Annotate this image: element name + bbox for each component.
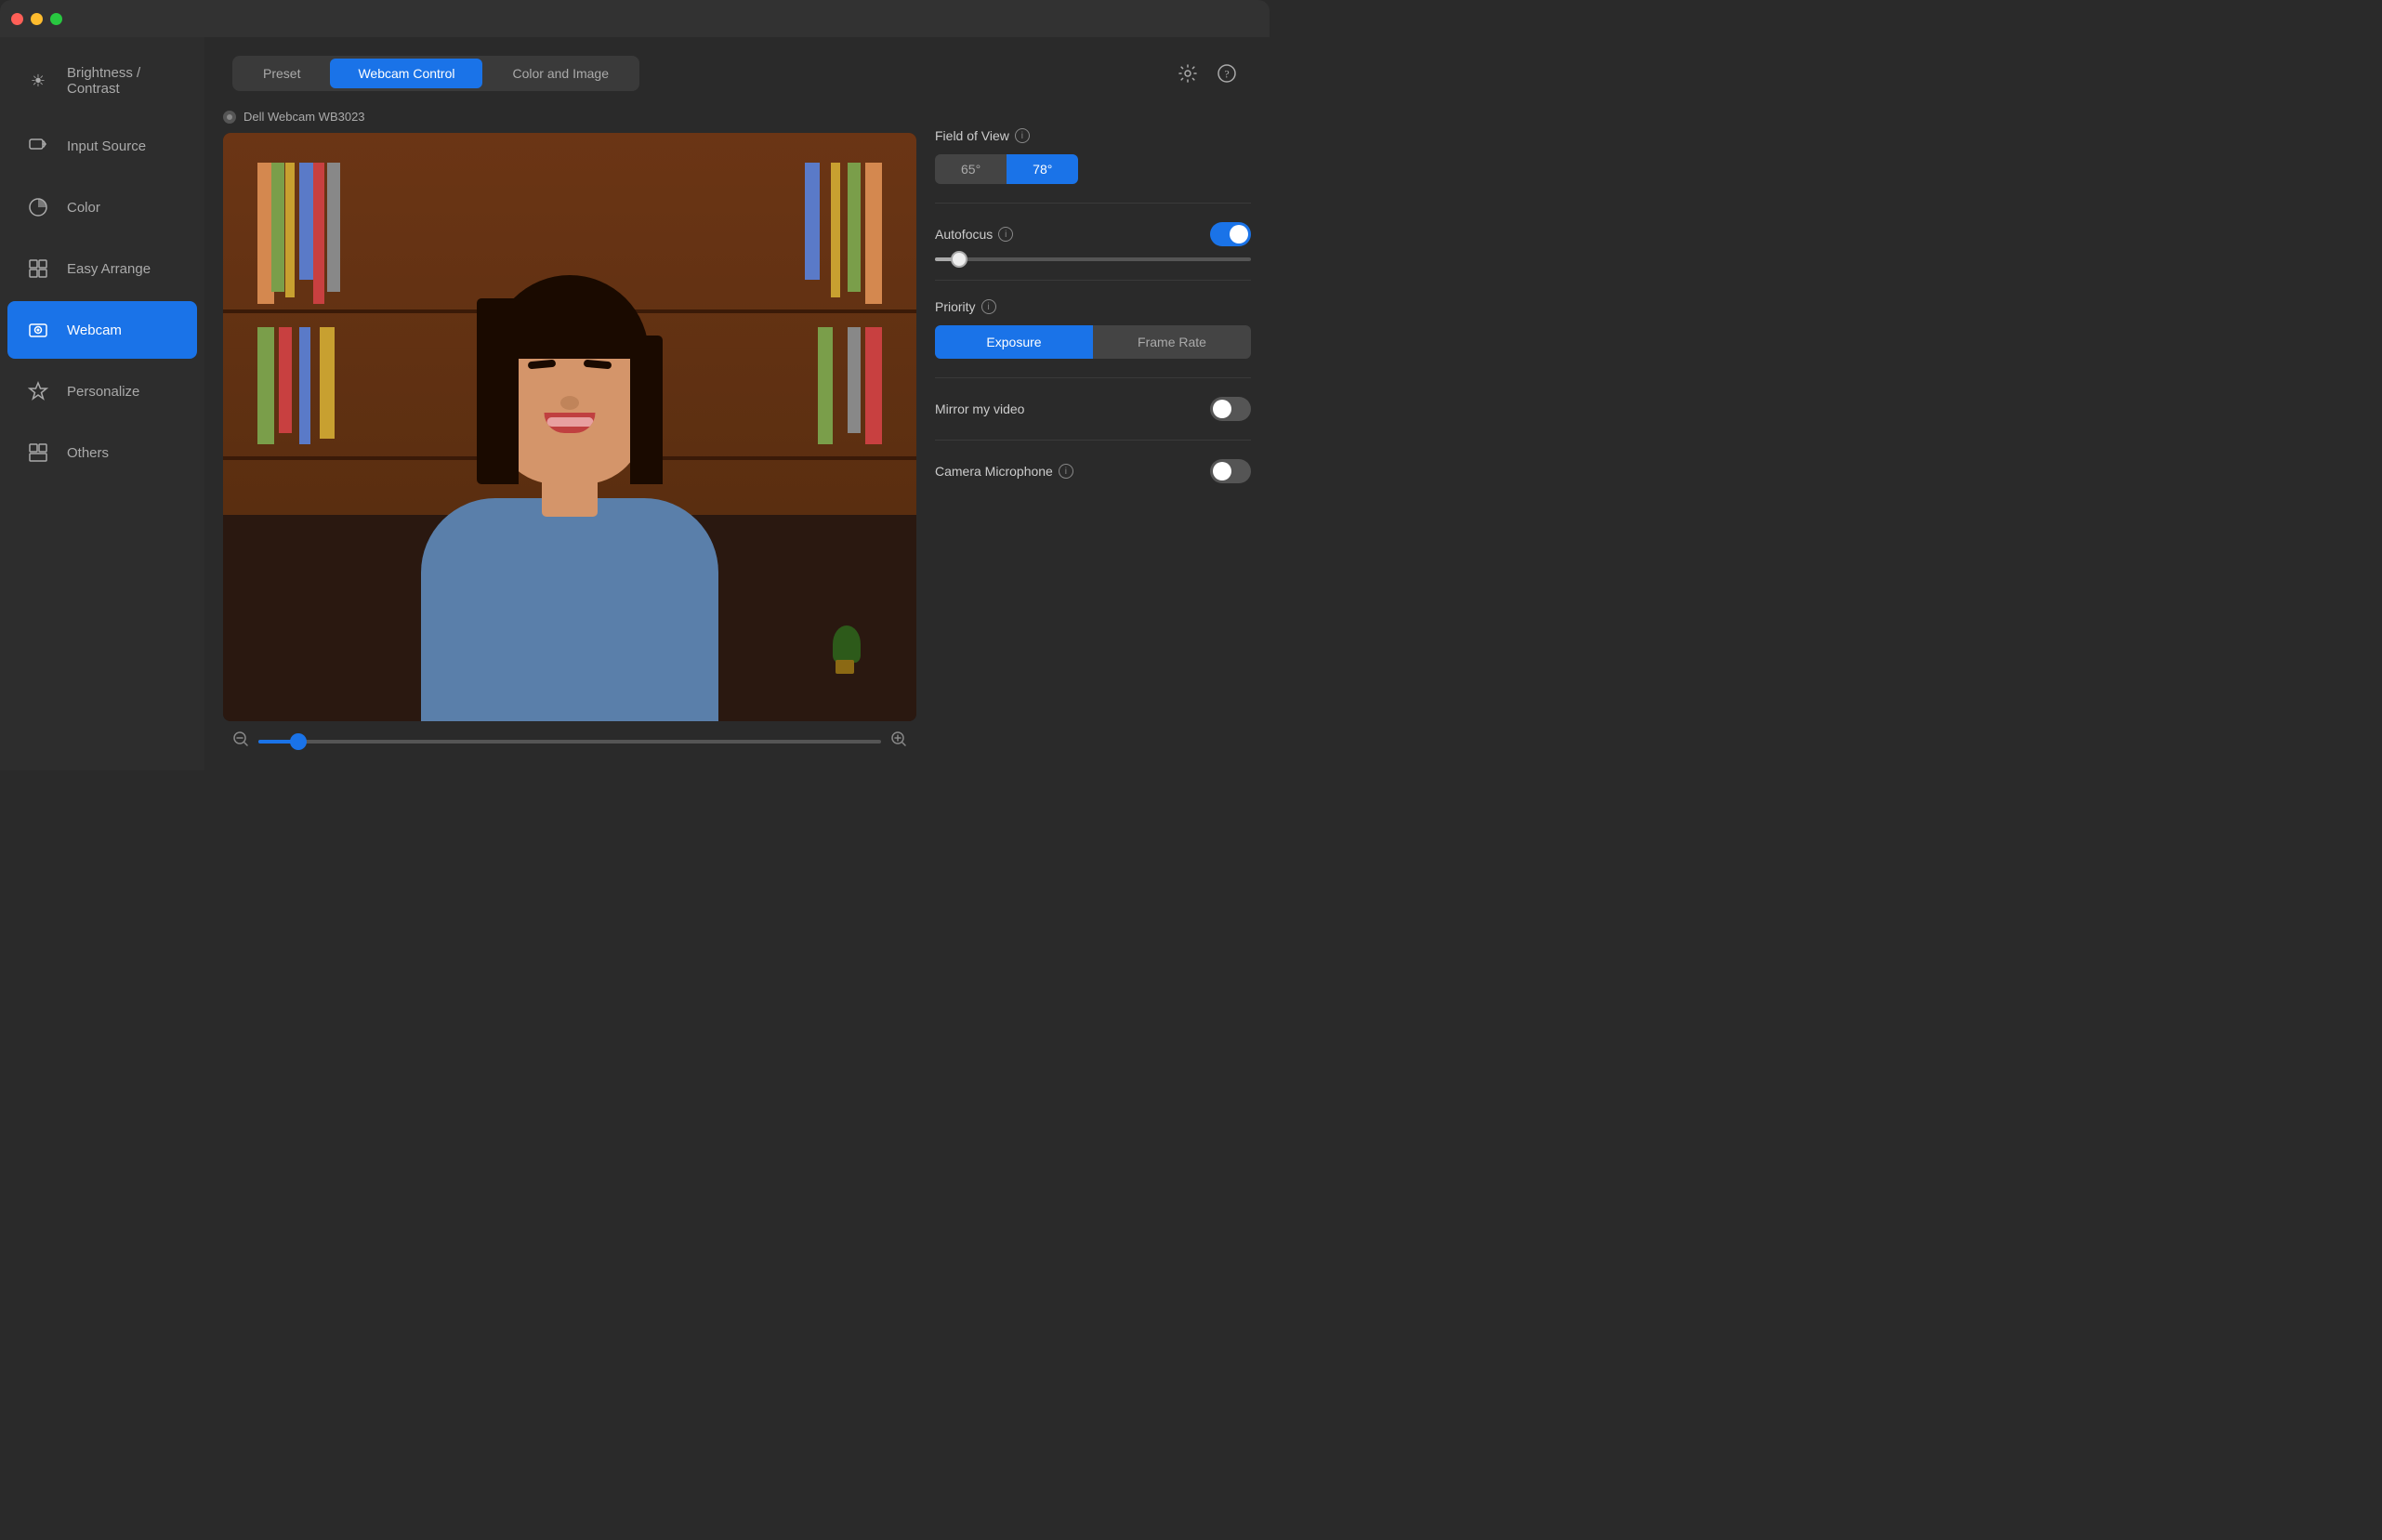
svg-text:?: ?: [1224, 68, 1229, 81]
sidebar-item-easy-arrange[interactable]: Easy Arrange: [7, 240, 197, 297]
video-feed: [223, 133, 916, 721]
priority-buttons: Exposure Frame Rate: [935, 325, 1251, 359]
sidebar-item-webcam[interactable]: Webcam: [7, 301, 197, 359]
priority-exposure-button[interactable]: Exposure: [935, 325, 1093, 359]
video-panel: Dell Webcam WB3023: [223, 110, 916, 752]
autofocus-toggle-thumb: [1230, 225, 1248, 244]
traffic-lights: [11, 13, 62, 25]
zoom-out-icon[interactable]: [232, 731, 249, 752]
sidebar-item-color[interactable]: Color: [7, 178, 197, 236]
others-icon: [26, 441, 50, 465]
focus-slider[interactable]: [935, 257, 1251, 261]
camera-name: Dell Webcam WB3023: [243, 110, 365, 124]
help-button[interactable]: ?: [1212, 59, 1242, 88]
autofocus-info-icon[interactable]: i: [998, 227, 1013, 242]
camera-label: Dell Webcam WB3023: [223, 110, 916, 124]
autofocus-toggle[interactable]: [1210, 222, 1251, 246]
autofocus-group: Autofocus i: [935, 222, 1251, 261]
sidebar-item-brightness-label: Brightness / Contrast: [67, 65, 178, 97]
tab-webcam-control[interactable]: Webcam Control: [330, 59, 482, 88]
content-area: Preset Webcam Control Color and Image ?: [204, 37, 1270, 770]
zoom-slider[interactable]: [258, 740, 881, 744]
mirror-video-label: Mirror my video: [935, 401, 1024, 416]
maximize-button[interactable]: [50, 13, 62, 25]
priority-info-icon[interactable]: i: [981, 299, 996, 314]
sidebar-item-input-source[interactable]: Input Source: [7, 117, 197, 175]
easy-arrange-icon: [26, 257, 50, 281]
priority-group: Priority i Exposure Frame Rate: [935, 299, 1251, 359]
mirror-video-toggle[interactable]: [1210, 397, 1251, 421]
camera-microphone-toggle[interactable]: [1210, 459, 1251, 483]
content-body: Dell Webcam WB3023: [204, 110, 1270, 770]
priority-label: Priority i: [935, 299, 1251, 314]
divider-1: [935, 203, 1251, 204]
brightness-icon: ☀: [26, 69, 50, 93]
sidebar-item-easy-arrange-label: Easy Arrange: [67, 261, 151, 277]
color-icon: [26, 195, 50, 219]
camera-microphone-info-icon[interactable]: i: [1059, 464, 1073, 479]
focus-thumb[interactable]: [951, 251, 967, 268]
personalize-icon: [26, 379, 50, 403]
mirror-video-toggle-thumb: [1213, 400, 1231, 418]
divider-4: [935, 440, 1251, 441]
mirror-video-row: Mirror my video: [935, 397, 1251, 421]
tabs-container: Preset Webcam Control Color and Image: [232, 56, 639, 91]
divider-3: [935, 377, 1251, 378]
topbar-actions: ?: [1173, 59, 1242, 88]
autofocus-row: Autofocus i: [935, 222, 1251, 246]
sidebar-item-personalize-label: Personalize: [67, 384, 139, 400]
sidebar-item-others[interactable]: Others: [7, 424, 197, 481]
priority-framerate-button[interactable]: Frame Rate: [1093, 325, 1251, 359]
sidebar-item-webcam-label: Webcam: [67, 322, 122, 338]
close-button[interactable]: [11, 13, 23, 25]
camera-microphone-label: Camera Microphone i: [935, 464, 1073, 479]
settings-button[interactable]: [1173, 59, 1203, 88]
input-source-icon: [26, 134, 50, 158]
divider-2: [935, 280, 1251, 281]
main-layout: ☀ Brightness / Contrast Input Source Col…: [0, 37, 1270, 770]
sidebar-item-color-label: Color: [67, 200, 100, 216]
controls-panel: Field of View i 65° 78° Autofocus i: [935, 110, 1251, 752]
sidebar-item-brightness-contrast[interactable]: ☀ Brightness / Contrast: [7, 48, 197, 113]
tab-color-image[interactable]: Color and Image: [484, 59, 637, 88]
fov-buttons: 65° 78°: [935, 154, 1251, 184]
field-of-view-group: Field of View i 65° 78°: [935, 128, 1251, 184]
camera-microphone-toggle-thumb: [1213, 462, 1231, 480]
sidebar: ☀ Brightness / Contrast Input Source Col…: [0, 37, 204, 770]
field-of-view-label: Field of View i: [935, 128, 1251, 143]
minimize-button[interactable]: [31, 13, 43, 25]
zoom-in-icon[interactable]: [890, 731, 907, 752]
webcam-icon: [26, 318, 50, 342]
sidebar-item-input-label: Input Source: [67, 138, 146, 154]
zoom-bar: [223, 731, 916, 752]
sidebar-item-personalize[interactable]: Personalize: [7, 362, 197, 420]
fov-78-button[interactable]: 78°: [1007, 154, 1078, 184]
topbar: Preset Webcam Control Color and Image ?: [204, 37, 1270, 110]
fov-65-button[interactable]: 65°: [935, 154, 1007, 184]
field-of-view-info-icon[interactable]: i: [1015, 128, 1030, 143]
camera-status-dot: [223, 111, 236, 124]
sidebar-item-others-label: Others: [67, 445, 109, 461]
camera-microphone-row: Camera Microphone i: [935, 459, 1251, 483]
tab-preset[interactable]: Preset: [235, 59, 328, 88]
autofocus-label: Autofocus i: [935, 227, 1013, 242]
titlebar: [0, 0, 1270, 37]
